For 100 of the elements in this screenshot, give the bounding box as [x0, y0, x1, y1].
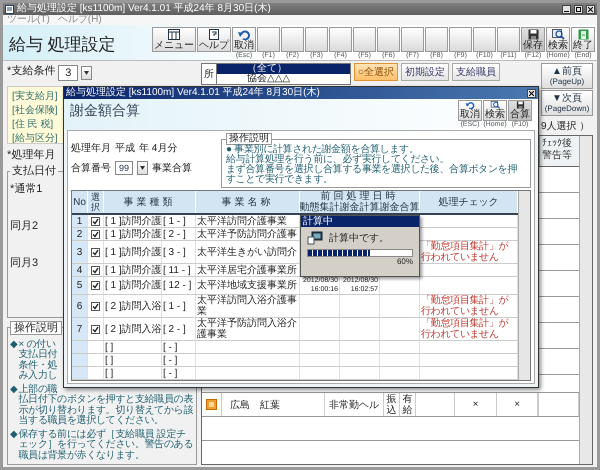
info-label: [給与区分]: [12, 132, 58, 145]
table-cell: [ 2 ]訪問入浴: [105, 324, 162, 334]
selection-count: 9人選択 ）: [541, 120, 590, 133]
table-cell: [ 11 - ]: [163, 264, 191, 276]
page-button[interactable]: ▲前頁 (PageUp): [541, 63, 593, 89]
info-label: [社会保険]: [12, 104, 58, 117]
function-key-button[interactable]: [353, 27, 376, 52]
page-title: 給与 処理設定: [9, 34, 117, 56]
table-cell: 太平洋訪問入浴介護事業: [197, 295, 298, 317]
function-key-button[interactable]: [425, 27, 448, 52]
bullet-icon: ◆: [10, 340, 18, 382]
row-header: 5: [72, 277, 88, 294]
dropdown-button[interactable]: [81, 66, 92, 80]
exit-button[interactable]: 終了: [571, 27, 595, 52]
help-text: × の付い 支払日付 条件・処 み入力し: [18, 340, 58, 382]
table-cell-text: 振込: [386, 394, 398, 416]
scrollbar[interactable]: [518, 191, 530, 380]
search-button[interactable]: 検索: [546, 27, 570, 52]
cross-mark: ×: [472, 399, 478, 410]
checkbox[interactable]: [91, 230, 100, 238]
action-button[interactable]: 支給職員: [452, 63, 500, 81]
office-listbox[interactable]: 所 （全て） 協会△△△: [201, 63, 351, 85]
row-header: [72, 341, 88, 353]
field-label: 合算番号: [71, 162, 111, 175]
document-icon: [209, 28, 219, 40]
function-key-button[interactable]: [257, 27, 280, 52]
group-caption: 事業合算: [152, 162, 192, 175]
dropdown-button[interactable]: [137, 161, 148, 175]
table-cell: 太平洋地域支援事業所: [197, 280, 297, 291]
field-label: *通常1: [10, 182, 42, 196]
restore-icon: [576, 6, 581, 12]
row-header: [72, 367, 88, 379]
help-text: 上部の職: [18, 384, 58, 394]
era-value: 平成: [115, 142, 135, 155]
search-button[interactable]: 検索: [483, 100, 507, 121]
function-key-button[interactable]: [329, 27, 352, 52]
table-cell: [ 1 ]訪問介護: [105, 246, 162, 258]
help-text: 給与計算処理を行う前に、必ず実行してください。: [226, 155, 450, 165]
input-field[interactable]: 3: [58, 65, 78, 81]
action-button[interactable]: ○全選択: [354, 63, 398, 81]
cancel-button[interactable]: 取消: [232, 27, 256, 52]
action-button[interactable]: 初期設定: [401, 63, 450, 81]
scrollbar[interactable]: [579, 136, 592, 464]
function-key-button[interactable]: [497, 27, 520, 52]
function-key-button[interactable]: [305, 27, 328, 52]
save-button[interactable]: 保存: [521, 27, 545, 52]
column-header: No: [72, 191, 88, 213]
list-item[interactable]: 協会△△△: [217, 74, 350, 84]
restore-button[interactable]: [574, 4, 583, 14]
checkbox[interactable]: [91, 324, 100, 334]
merge-button[interactable]: 合算: [508, 100, 532, 121]
warning-text: 「勤怠項目集計」が行われていません: [421, 241, 510, 263]
table-cell: [ 3 - ]: [163, 246, 186, 258]
table-cell: [ 2 ]訪問入浴: [105, 300, 162, 312]
employment-type: 非常勤ヘル: [328, 398, 379, 412]
table-cell: [ 1 ]訪問介護: [105, 264, 162, 276]
function-key-button[interactable]: [377, 27, 400, 52]
column-header: 謝金合算: [380, 202, 420, 213]
table-cell: 太平洋予防訪問入浴介護事業: [197, 318, 298, 340]
minimize-button[interactable]: [562, 4, 571, 14]
caret-icon: [140, 166, 145, 170]
list-item[interactable]: （全て）: [217, 64, 350, 74]
close-button[interactable]: [527, 88, 536, 98]
input-field[interactable]: 99: [115, 161, 133, 175]
function-key-button[interactable]: [449, 27, 472, 52]
column-header: 前回処理日時: [300, 191, 420, 202]
search-icon: [552, 28, 564, 40]
checkbox[interactable]: [91, 281, 100, 290]
menu-button[interactable]: メニュー: [152, 27, 196, 52]
help-text: ● 事業別に計算された謝金額を合算します。: [226, 145, 419, 155]
checkbox[interactable]: [91, 216, 100, 226]
row-header: 1: [72, 215, 88, 227]
group-title: 操作説明: [10, 320, 62, 334]
period-value: 年 4月分: [139, 142, 178, 155]
table-cell: [ 12 - ]: [163, 280, 192, 291]
checkbox[interactable]: [91, 302, 100, 310]
function-key-button[interactable]: [281, 27, 304, 52]
exit-icon: [578, 28, 588, 40]
help-button[interactable]: ヘルプ: [197, 27, 231, 52]
close-button[interactable]: [586, 4, 595, 14]
function-key-button[interactable]: [473, 27, 496, 52]
info-label: [実支給月]: [12, 90, 58, 103]
warning-text: 「勤怠項目集計」が行われていません: [421, 318, 510, 340]
function-key-button[interactable]: [401, 27, 424, 52]
row-header: 4: [72, 264, 88, 276]
table-cell: [ 1 - ]: [163, 300, 186, 312]
undo-icon: [238, 28, 250, 40]
floppy-icon: [528, 28, 538, 40]
checkbox[interactable]: [91, 248, 100, 256]
column-header: 警告等: [542, 150, 572, 162]
cancel-button[interactable]: 取消: [458, 100, 482, 121]
checkbox[interactable]: [91, 266, 100, 274]
dialog-title: 給与処理設定 [ks1100m] Ver4.1.01 平成24年 8月30日(木): [66, 87, 320, 99]
table-cell: [ 1 ]訪問介護: [105, 216, 162, 226]
warning-text: 「勤怠項目集計」が行われていません: [421, 295, 510, 317]
page-button[interactable]: ▼次頁 (PageDown): [541, 90, 593, 116]
table-cell: [ 1 ]訪問介護: [105, 280, 162, 291]
field-label: 同月3: [10, 256, 38, 270]
row-header: 3: [72, 241, 88, 263]
progress-message: 計算中です。: [329, 232, 389, 245]
